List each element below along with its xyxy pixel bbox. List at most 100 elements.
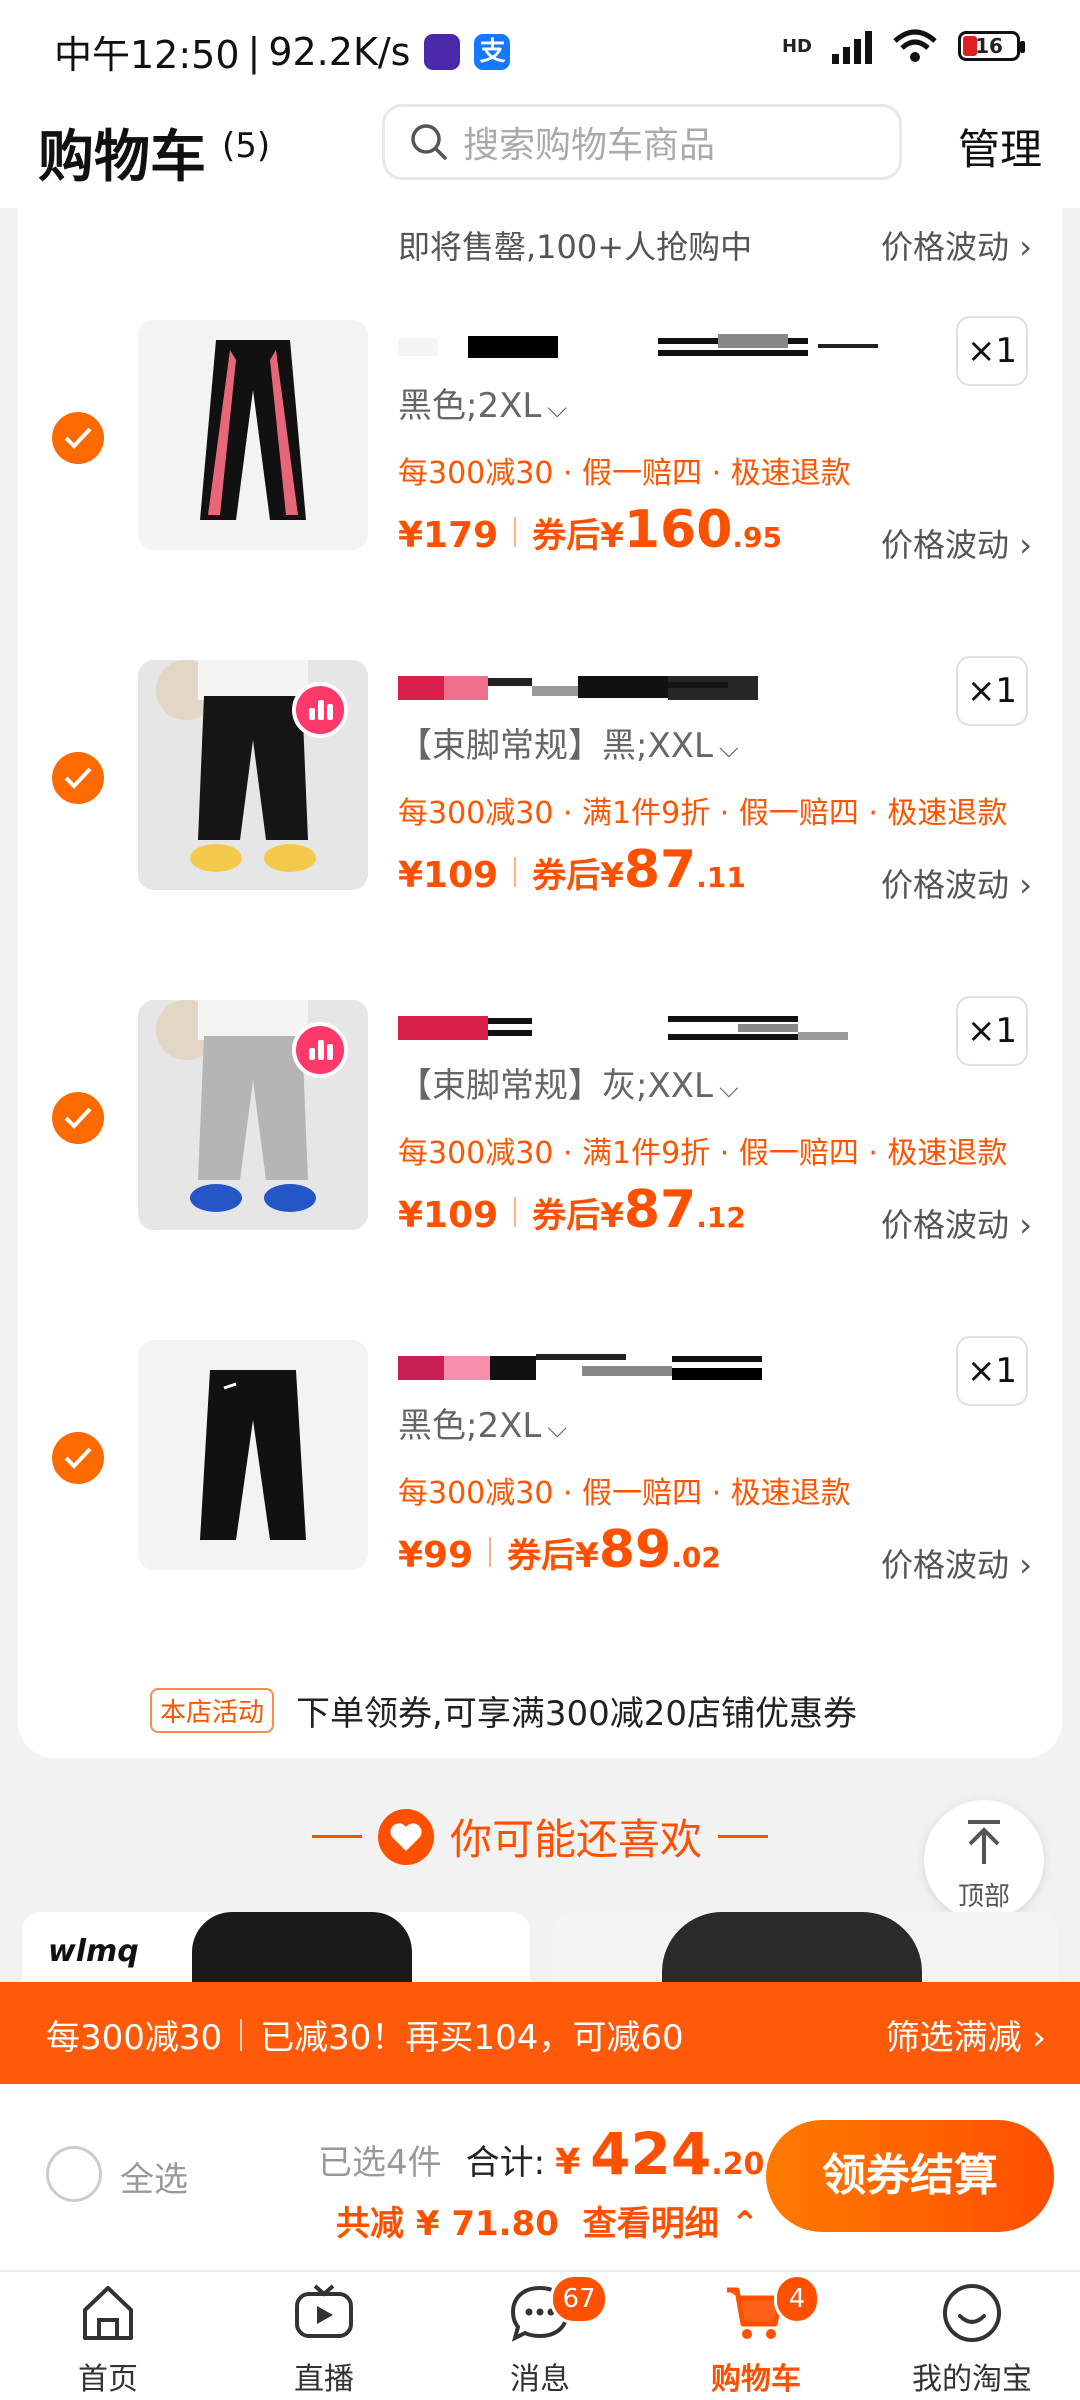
chevron-down-icon: ⌵ [718,734,739,764]
cart-item[interactable]: ×1 黑色;2XL ⌵ 每300减30 · 假一赔四 · 极速退款 ¥179 券后… [18,300,1062,640]
chevron-down-icon: ⌵ [718,1074,739,1104]
item-checkbox[interactable] [52,1432,104,1484]
item-checkbox[interactable] [52,412,104,464]
price-divider [514,517,517,547]
quantity-stepper[interactable]: ×1 [956,996,1028,1066]
cart-card: 即将售罄,100+人抢购中 价格波动 › ×1 黑色;2XL ⌵ 每300减30… [18,208,1062,1758]
selected-count: 已选4件 [318,2143,442,2183]
coupon-after-label: 券后 [507,1536,576,1576]
product-thumbnail[interactable] [138,320,368,550]
currency-symbol: ¥ [555,2142,581,2183]
filter-discount-link[interactable]: 筛选满减 › [886,2010,1046,2059]
total-summary: 已选4件 合计: ¥ 424 .20 [318,2120,764,2188]
select-all-label[interactable]: 全选 [120,2152,188,2201]
stock-hint: 即将售罄,100+人抢购中 [398,228,753,266]
promo-tags: 每300减30 · 满1件9折 · 假一赔四 · 极速退款 [398,1136,1008,1171]
product-thumbnail[interactable] [138,660,368,890]
product-title-redacted [398,334,878,358]
quantity-stepper[interactable]: ×1 [956,1336,1028,1406]
status-left: 中午12:50 | 92.2K/s 支 [54,24,511,79]
heart-icon [377,1808,434,1865]
price-row: ¥179 券后 ¥ 160 .95 [398,500,782,560]
sku-label: 【束脚常规】黑;XXL [398,726,713,766]
shop-activity-tag: 本店活动 [150,1688,275,1733]
item-checkbox[interactable] [52,1092,104,1144]
search-icon [411,124,447,160]
price-fluct-link[interactable]: 价格波动 › [881,222,1032,268]
quantity-stepper[interactable]: ×1 [956,656,1028,726]
alipay-notification-icon: 支 [474,33,511,70]
tab-cart[interactable]: 4 购物车 [656,2274,856,2398]
currency-symbol: ¥ [600,856,624,896]
price-row: ¥99 券后 ¥ 89 .02 [398,1520,721,1580]
price-fluct-label: 价格波动 [881,228,1010,266]
select-all-checkbox[interactable] [46,2146,102,2202]
view-detail-link[interactable]: 查看明细 [583,2204,719,2244]
chevron-right-icon: › [1009,1546,1032,1584]
chevron-down-icon: ⌵ [547,394,568,424]
product-thumbnail[interactable] [138,1340,368,1570]
sku-label: 黑色;2XL [398,386,542,426]
battery-icon: 16 [958,31,1025,61]
final-price-decimal: .95 [732,521,783,554]
price-divider [514,857,517,887]
recommend-card[interactable]: wlmq [22,1912,530,1982]
currency-symbol: ¥ [600,516,624,556]
tab-profile[interactable]: 我的淘宝 [872,2280,1072,2398]
discount-rule: 每300减30 [46,2018,223,2058]
final-price-integer: 160 [623,500,733,560]
tab-home[interactable]: 首页 [8,2280,208,2398]
discount-promo-bar[interactable]: 每300减30 已减30！再买104，可减60 筛选满减 › [0,1982,1080,2084]
original-price: ¥99 [398,1535,474,1576]
price-fluct-link[interactable]: 价格波动 › [881,520,1032,566]
manage-button[interactable]: 管理 [958,116,1042,177]
chevron-right-icon: › [1019,228,1032,266]
total-label: 合计: [465,2143,546,2183]
sku-label: 黑色;2XL [398,1406,542,1446]
sku-selector[interactable]: 【束脚常规】灰;XXL ⌵ [398,1058,739,1107]
final-price-decimal: .02 [671,1541,721,1574]
price-fluct-link[interactable]: 价格波动 › [881,860,1032,906]
promo-tags: 每300减30 · 假一赔四 · 极速退款 [398,456,851,491]
cart-item[interactable]: ×1 黑色;2XL ⌵ 每300减30 · 假一赔四 · 极速退款 ¥99 券后 … [18,1320,1062,1660]
item-checkbox[interactable] [52,752,104,804]
filter-discount-label: 筛选满减 [885,2018,1022,2058]
tab-label: 购物车 [711,2362,801,2397]
arrow-up-icon [968,1820,1000,1864]
cart-item[interactable]: ×1 【束脚常规】灰;XXL ⌵ 每300减30 · 满1件9折 · 假一赔四 ·… [18,980,1062,1320]
cart-item[interactable]: ×1 【束脚常规】黑;XXL ⌵ 每300减30 · 满1件9折 · 假一赔四 ·… [18,640,1062,980]
tab-messages[interactable]: 67 消息 [440,2274,640,2398]
signal-icon [832,28,872,64]
coupon-after-label: 券后 [532,1196,601,1236]
quantity-stepper[interactable]: ×1 [956,316,1028,386]
sku-label: 【束脚常规】灰;XXL [398,1066,713,1106]
page-title: 购物车 [38,125,206,190]
status-right: HD 16 [782,28,1025,64]
price-divider [489,1537,492,1567]
recommend-card[interactable] [552,1912,1058,1982]
product-thumbnail[interactable] [138,1000,368,1230]
sku-selector[interactable]: 黑色;2XL ⌵ [398,1398,567,1447]
sku-selector[interactable]: 黑色;2XL ⌵ [398,378,567,427]
price-divider [514,1197,517,1227]
chevron-up-icon: ⌃ [730,2204,760,2244]
price-fluct-link[interactable]: 价格波动 › [881,1540,1032,1586]
sku-selector[interactable]: 【束脚常规】黑;XXL ⌵ [398,718,739,767]
product-image [192,1912,412,1982]
final-price-integer: 87 [623,1180,697,1240]
tab-live[interactable]: 直播 [224,2280,424,2398]
price-fluct-link[interactable]: 价格波动 › [881,1200,1032,1246]
back-to-top-button[interactable]: 顶部 [924,1800,1044,1920]
brand-logo: wlmq [48,1934,139,1969]
savings-detail[interactable]: 共减 ¥ 71.80 查看明细 ⌃ [336,2196,759,2245]
pants-image [200,1370,306,1540]
bottom-tab-bar: 首页 直播 67 消息 4 购物车 我的淘宝 [0,2270,1080,2400]
shop-activity[interactable]: 本店活动 下单领券,可享满300减20店铺优惠券 [150,1686,857,1735]
original-price: ¥179 [398,515,499,556]
battery-level: 16 [975,34,1003,58]
checkout-button[interactable]: 领券结算 [766,2120,1054,2232]
search-input[interactable]: 搜索购物车商品 [382,104,902,180]
price-fluct-label: 价格波动 [881,526,1010,564]
status-speed: 92.2K/s [268,29,411,74]
price-fluct-label: 价格波动 [881,1546,1010,1584]
